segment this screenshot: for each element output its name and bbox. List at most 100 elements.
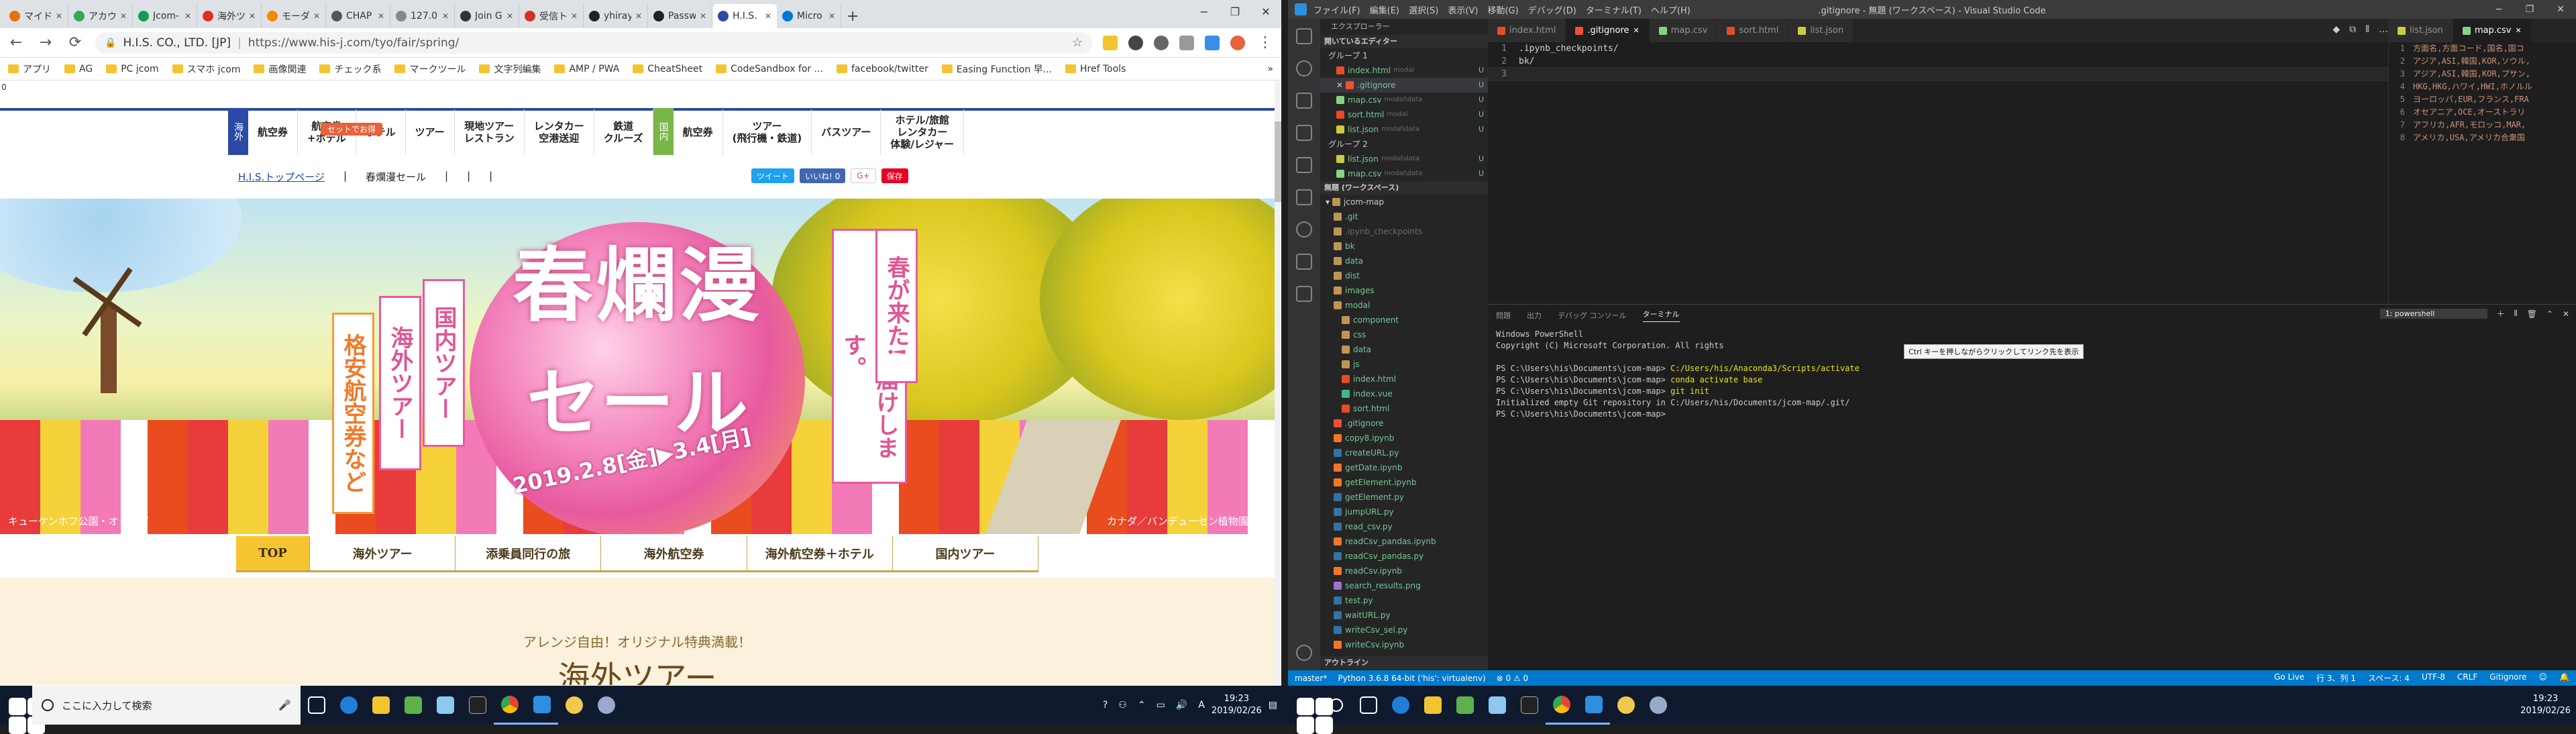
open-editor-item[interactable]: map.csv modal\data U	[1320, 166, 1488, 181]
tab-close-icon[interactable]: ✕	[765, 11, 771, 21]
browser-tab[interactable]: H.I.S. ✕	[712, 4, 777, 28]
workspace-header[interactable]: 無題 (ワークスペース)	[1320, 181, 1488, 195]
bookmark-item[interactable]: facebook/twitter	[836, 64, 928, 74]
browser-tab[interactable]: マイド ✕	[4, 4, 68, 28]
status-item[interactable]: 行 3、列 1	[2316, 672, 2356, 684]
terminal-app-icon[interactable]	[1513, 686, 1546, 725]
panel-tab[interactable]: デバッグ コンソール	[1558, 310, 1627, 321]
python-interpreter[interactable]: Python 3.6.8 64-bit ('his': virtualenv)	[1338, 674, 1485, 683]
menu-item[interactable]: 選択(S)	[1409, 3, 1438, 16]
taskbar-search[interactable]: ここに入力して検索 🎤	[32, 686, 301, 725]
tab-close-icon[interactable]: ✕	[249, 11, 256, 21]
task-view-icon[interactable]	[301, 686, 333, 725]
trash-icon[interactable]: 🗑	[2527, 309, 2537, 319]
bookmark-star-icon[interactable]: ☆	[1072, 36, 1083, 50]
menu-item[interactable]: 編集(E)	[1370, 3, 1399, 16]
extension-icon[interactable]	[1103, 35, 1118, 50]
editor-tab[interactable]: map.csv ✕	[2453, 19, 2532, 42]
bookmark-item[interactable]: 文字列編集	[479, 62, 541, 76]
split-terminal-icon[interactable]: ⫴	[2514, 309, 2518, 319]
problems-count[interactable]: ⊗ 0 ⚠ 0	[1497, 674, 1529, 683]
app-icon[interactable]	[558, 686, 590, 725]
task-view-icon[interactable]	[1352, 686, 1385, 725]
tree-item[interactable]: readCsv_pandas.py	[1320, 549, 1488, 564]
terminal-select[interactable]: 1: powershell	[2379, 309, 2487, 319]
tab-close-icon[interactable]: ✕	[571, 11, 578, 21]
tab-close-icon[interactable]: ✕	[506, 11, 513, 21]
open-editor-item[interactable]: list.json modal\data U	[1320, 152, 1488, 166]
maximize-button[interactable]: ❐	[1220, 0, 1250, 24]
nav-item[interactable]: バスツアー	[812, 109, 881, 155]
network-icon[interactable]: ▭	[1152, 700, 1169, 711]
menu-item[interactable]: ターミナル(T)	[1586, 3, 1642, 16]
bookmark-item[interactable]: 画像関連	[254, 62, 306, 76]
bookmark-item[interactable]: AMP / PWA	[554, 64, 619, 74]
panel-tab[interactable]: 出力	[1527, 310, 1542, 321]
status-item[interactable]: CRLF	[2457, 672, 2477, 684]
people-icon[interactable]: ⚇	[1114, 700, 1131, 711]
browser-tab[interactable]: Micro ✕	[777, 4, 841, 28]
file-explorer-icon[interactable]	[1417, 686, 1449, 725]
close-button[interactable]: ✕	[1250, 0, 1281, 24]
bookmark-item[interactable]: アプリ	[8, 62, 51, 76]
tree-item[interactable]: getDate.ipynb	[1320, 460, 1488, 475]
editor-tab[interactable]: map.csv	[1649, 19, 1718, 42]
nav-item[interactable]: ツアー	[406, 109, 455, 155]
tab-close-icon[interactable]: ✕	[184, 11, 191, 21]
menu-item[interactable]: ヘルプ(H)	[1651, 3, 1690, 16]
terminal-output[interactable]: Windows PowerShell Copyright (C) Microsof…	[1496, 329, 2569, 420]
tab-close-icon[interactable]: ✕	[378, 11, 384, 21]
status-item[interactable]: 🔔	[2559, 672, 2569, 684]
clock[interactable]: 19:23 2019/02/26	[1212, 693, 1262, 717]
tree-item[interactable]: modal	[1320, 298, 1488, 313]
minimize-button[interactable]: −	[2483, 0, 2514, 19]
start-button[interactable]	[1288, 686, 1333, 734]
nav-item[interactable]: レンタカー 空港送迎	[525, 109, 594, 155]
browser-tab[interactable]: CHAP ✕	[326, 4, 390, 28]
root-folder[interactable]: ▾ jcom-map	[1320, 195, 1488, 209]
bookmark-item[interactable]: スマホ jcom	[172, 62, 240, 76]
close-icon[interactable]: ✕	[1633, 26, 1640, 35]
tree-item[interactable]: component	[1320, 313, 1488, 327]
tree-item[interactable]: read_csv.py	[1320, 519, 1488, 534]
tree-item[interactable]: test.py	[1320, 593, 1488, 608]
terminal-app-icon[interactable]	[462, 686, 494, 725]
tree-item[interactable]: dist	[1320, 268, 1488, 283]
bookmark-item[interactable]: Href Tools	[1065, 64, 1126, 74]
close-icon[interactable]: ✕	[1336, 78, 1343, 93]
menu-item[interactable]: デバッグ(D)	[1528, 3, 1576, 16]
edge-icon[interactable]	[1385, 686, 1417, 725]
tree-item[interactable]: readCsv_pandas.ipynb	[1320, 534, 1488, 549]
bookmark-item[interactable]: Easing Function 早...	[941, 62, 1052, 76]
tree-item[interactable]: writeCsv_sel.py	[1320, 623, 1488, 637]
tree-item[interactable]: waitURL.py	[1320, 608, 1488, 623]
app-icon[interactable]	[1610, 686, 1642, 725]
pinterest-save-button[interactable]: 保存	[881, 168, 908, 183]
tab-close-icon[interactable]: ✕	[700, 11, 706, 21]
clock[interactable]: 19:23 2019/02/26	[2520, 693, 2571, 717]
volume-icon[interactable]: 🔊	[1172, 700, 1191, 711]
app-icon[interactable]	[429, 686, 462, 725]
docker-icon[interactable]	[1296, 286, 1312, 302]
tree-item[interactable]: .ipynb_checkpoints	[1320, 224, 1488, 239]
open-preview-icon[interactable]: ⧉	[2349, 24, 2356, 35]
tree-item[interactable]: copy8.ipynb	[1320, 431, 1488, 445]
app-icon[interactable]	[1481, 686, 1513, 725]
remote-explorer-icon[interactable]	[1296, 189, 1312, 205]
source-control-icon[interactable]	[1296, 93, 1312, 109]
site-tab[interactable]: 海外航空券＋ホテル	[747, 536, 893, 570]
status-item[interactable]: Gitignore	[2489, 672, 2526, 684]
add-terminal-icon[interactable]: ＋	[2497, 308, 2505, 319]
open-editors-header[interactable]: 開いているエディター	[1320, 35, 1488, 48]
maximize-panel-icon[interactable]: ⌃	[2546, 309, 2553, 319]
editor-tab[interactable]: list.json	[2388, 19, 2453, 42]
site-tab[interactable]: TOP	[236, 536, 310, 570]
tree-item[interactable]: writeCsv.ipynb	[1320, 637, 1488, 652]
help-icon[interactable]: ?	[1099, 700, 1112, 711]
tab-close-icon[interactable]: ✕	[442, 11, 449, 21]
gear-icon[interactable]	[1296, 645, 1312, 661]
bookmark-item[interactable]: CheatSheet	[633, 64, 702, 74]
live-share-icon[interactable]	[1296, 221, 1312, 238]
debug-icon[interactable]	[1296, 125, 1312, 141]
tree-item[interactable]: createURL.py	[1320, 445, 1488, 460]
